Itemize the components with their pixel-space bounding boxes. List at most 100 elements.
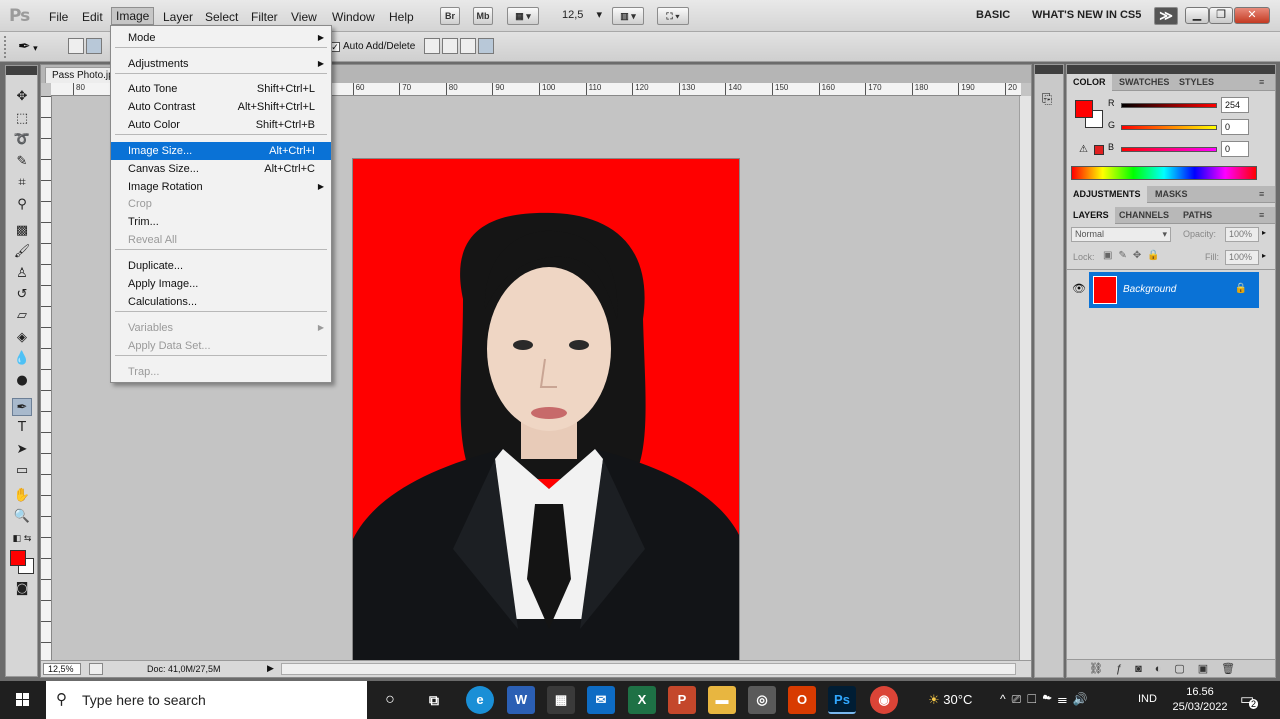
fill-arrow-icon[interactable]: ▸: [1262, 251, 1266, 260]
menu-image[interactable]: Image: [111, 7, 155, 25]
photoshop-taskbar-icon[interactable]: Ps: [828, 686, 856, 714]
foreground-color-swatch[interactable]: [10, 550, 26, 566]
menu-item-image-size[interactable]: Image Size... Alt+Ctrl+I: [111, 142, 331, 160]
paint-bucket-tool-icon[interactable]: ◈: [12, 329, 32, 347]
subtract-from-path-icon[interactable]: [442, 38, 458, 54]
menu-item-trim[interactable]: Trim...: [111, 213, 331, 231]
menu-item-duplicate[interactable]: Duplicate...: [111, 257, 331, 275]
layer-action-icons[interactable]: ⛓ƒ◙◐▢▣🗑: [1089, 662, 1248, 675]
horizontal-scrollbar[interactable]: [281, 663, 1016, 675]
input-language[interactable]: IND: [1138, 693, 1157, 705]
green-value-input[interactable]: 0: [1221, 119, 1249, 135]
workspace-whats-new-button[interactable]: WHAT'S NEW IN CS5: [1032, 9, 1141, 21]
dock-strip-header[interactable]: [1035, 65, 1063, 74]
menu-item-adjustments[interactable]: Adjustments ▶: [111, 55, 331, 73]
quick-mask-icon[interactable]: ◙: [12, 580, 32, 598]
color-foreground-swatch[interactable]: [1075, 100, 1093, 118]
tab-masks[interactable]: MASKS: [1149, 186, 1194, 203]
tab-color[interactable]: COLOR: [1067, 74, 1112, 91]
mail-icon[interactable]: ✉: [587, 686, 615, 714]
blue-slider[interactable]: B 0: [1103, 141, 1273, 159]
notification-center-icon[interactable]: ▭ 2: [1240, 690, 1259, 709]
tab-adjustments[interactable]: ADJUSTMENTS: [1067, 186, 1147, 203]
red-value-input[interactable]: 254: [1221, 97, 1249, 113]
more-workspaces-button[interactable]: ≫: [1154, 7, 1178, 25]
quick-selection-tool-icon[interactable]: ✎: [12, 153, 32, 171]
path-selection-tool-icon[interactable]: ➤: [12, 441, 32, 459]
tools-panel-header[interactable]: [6, 66, 37, 75]
tab-channels[interactable]: CHANNELS: [1113, 207, 1175, 224]
tab-swatches[interactable]: SWATCHES: [1113, 74, 1175, 91]
options-bar-grip[interactable]: [4, 36, 9, 58]
hand-tool-icon[interactable]: ✋: [12, 487, 32, 505]
menu-item-calculations[interactable]: Calculations...: [111, 293, 331, 311]
close-button[interactable]: ✕: [1234, 7, 1270, 24]
history-panel-icon[interactable]: ⎘: [1042, 91, 1052, 107]
menu-item-image-rotation[interactable]: Image Rotation ▶: [111, 178, 331, 196]
zoom-field[interactable]: 12,5%: [43, 663, 81, 675]
system-tray-icons[interactable]: ^⎚☐☁☰🔊: [1000, 692, 1094, 707]
blue-value-input[interactable]: 0: [1221, 141, 1249, 157]
menu-help[interactable]: Help: [385, 9, 418, 27]
office-icon[interactable]: O: [788, 686, 816, 714]
taskbar-clock[interactable]: 16.56 25/03/2022: [1168, 685, 1232, 715]
crop-tool-icon[interactable]: ⌗: [12, 174, 32, 192]
zoom-tool-icon[interactable]: 🔍: [12, 508, 32, 526]
lasso-tool-icon[interactable]: ➰: [12, 131, 32, 149]
tab-layers[interactable]: LAYERS: [1067, 207, 1115, 224]
brush-tool-icon[interactable]: 🖌: [12, 243, 32, 261]
fill-input[interactable]: 100%: [1225, 250, 1259, 265]
clone-stamp-tool-icon[interactable]: ♙: [12, 265, 32, 283]
green-track[interactable]: [1121, 125, 1217, 130]
menu-file[interactable]: File: [45, 9, 72, 27]
blend-mode-select[interactable]: Normal ▾: [1071, 227, 1171, 242]
menu-window[interactable]: Window: [328, 9, 379, 27]
menu-item-apply-image[interactable]: Apply Image...: [111, 275, 331, 293]
cortana-icon[interactable]: ○: [376, 686, 404, 714]
status-options-icon[interactable]: [89, 663, 103, 675]
eye-visibility-icon[interactable]: 👁: [1072, 282, 1086, 295]
menu-item-variables[interactable]: Variables ▶: [111, 319, 331, 337]
red-track[interactable]: [1121, 103, 1217, 108]
shape-layers-icon[interactable]: [68, 38, 84, 54]
menu-item-auto-tone[interactable]: Auto Tone Shift+Ctrl+L: [111, 80, 331, 98]
menu-edit[interactable]: Edit: [78, 9, 107, 27]
store-icon[interactable]: ▦: [547, 686, 575, 714]
panel-menu-icon[interactable]: ≡: [1253, 74, 1270, 91]
dodge-tool-icon[interactable]: ●: [12, 372, 32, 390]
opacity-arrow-icon[interactable]: ▸: [1262, 228, 1266, 237]
task-view-icon[interactable]: ⧉: [420, 686, 448, 714]
eyedropper-tool-icon[interactable]: ⚲: [12, 196, 32, 214]
menu-item-apply-data-set[interactable]: Apply Data Set...: [111, 337, 331, 355]
color-spectrum-bar[interactable]: [1071, 166, 1257, 180]
view-extras-button[interactable]: ▦ ▾: [507, 7, 539, 25]
auto-add-delete-checkbox[interactable]: ✓ Auto Add/Delete: [330, 41, 415, 52]
panels-header[interactable]: [1067, 65, 1275, 74]
intersect-path-icon[interactable]: [460, 38, 476, 54]
healing-brush-tool-icon[interactable]: ▩: [12, 222, 32, 240]
gamut-warning-icon[interactable]: ⚠: [1079, 144, 1088, 155]
menu-item-canvas-size[interactable]: Canvas Size... Alt+Ctrl+C: [111, 160, 331, 178]
pass-photo-image[interactable]: [352, 158, 740, 665]
app-icon[interactable]: ◎: [748, 686, 776, 714]
panel-menu-icon[interactable]: ≡: [1253, 186, 1270, 203]
eraser-tool-icon[interactable]: ▱: [12, 307, 32, 325]
vertical-scrollbar[interactable]: [1019, 96, 1031, 661]
word-icon[interactable]: W: [507, 686, 535, 714]
chrome-icon[interactable]: ◉: [870, 686, 898, 714]
paths-mode-icon[interactable]: [86, 38, 102, 54]
workspace-basic-button[interactable]: BASIC: [976, 9, 1010, 21]
red-slider[interactable]: R 254: [1103, 97, 1273, 115]
add-to-path-icon[interactable]: [424, 38, 440, 54]
blur-tool-icon[interactable]: 💧: [12, 350, 32, 368]
opacity-input[interactable]: 100%: [1225, 227, 1259, 242]
lock-icons[interactable]: ▣✎✥🔒: [1103, 250, 1166, 261]
excel-icon[interactable]: X: [628, 686, 656, 714]
history-brush-tool-icon[interactable]: ↺: [12, 286, 32, 304]
screen-mode-button[interactable]: ⛶ ▾: [657, 7, 689, 25]
taskbar-search-box[interactable]: ⚲ Type here to search: [46, 681, 367, 719]
move-tool-icon[interactable]: ✥: [12, 88, 32, 106]
launch-minibridge-button[interactable]: Mb: [473, 7, 493, 25]
panel-menu-icon[interactable]: ≡: [1253, 207, 1270, 224]
launch-bridge-button[interactable]: Br: [440, 7, 460, 25]
